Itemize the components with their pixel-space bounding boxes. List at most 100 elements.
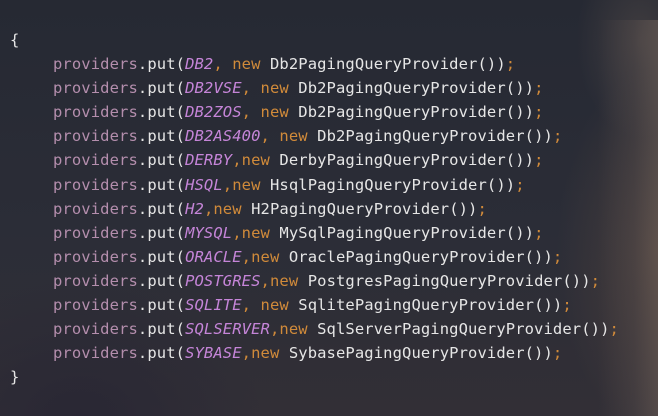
constant-token: SQLSERVER	[185, 320, 270, 339]
object-token: providers	[53, 79, 138, 98]
object-token: providers	[53, 127, 138, 146]
keyword-new-token: new	[251, 247, 280, 266]
dot-token: .	[137, 103, 148, 122]
code-line: providers.put(DB2, new Db2PagingQueryPro…	[10, 52, 619, 76]
separator-token: ,	[241, 79, 261, 98]
constant-token: H2	[185, 199, 204, 218]
semicolon-token: ;	[609, 320, 619, 339]
method-token: put	[147, 55, 176, 74]
class-name-token: Db2PagingQueryProvider	[298, 103, 506, 122]
class-name-token: H2PagingQueryProvider	[251, 199, 450, 218]
code-line: providers.put(DB2VSE, new Db2PagingQuery…	[10, 76, 619, 100]
code-editor[interactable]: {providers.put(DB2, new Db2PagingQueryPr…	[0, 0, 658, 416]
class-name-token: SqlitePagingQueryProvider	[298, 296, 535, 315]
separator-token: ,	[241, 247, 252, 266]
close-parens-token: ())	[524, 247, 553, 266]
keyword-new-token: new	[213, 199, 242, 218]
close-parens-token: ())	[505, 223, 535, 242]
semicolon-token: ;	[534, 79, 544, 98]
method-token: put	[147, 175, 176, 194]
constant-token: SYBASE	[185, 344, 242, 363]
keyword-new-token: new	[260, 103, 289, 122]
class-name-token: SqlServerPagingQueryProvider	[317, 320, 582, 339]
dot-token: .	[137, 199, 148, 218]
object-token: providers	[53, 55, 138, 74]
constant-token: DB2VSE	[185, 79, 242, 98]
keyword-new-token: new	[279, 320, 308, 339]
dot-token: .	[137, 151, 148, 170]
object-token: providers	[53, 199, 138, 218]
object-token: providers	[53, 320, 138, 339]
separator-token: ,	[241, 344, 252, 363]
separator-token: ,	[260, 127, 280, 146]
keyword-new-token: new	[251, 344, 280, 363]
code-line: providers.put(H2,new H2PagingQueryProvid…	[10, 197, 619, 221]
close-parens-token: ())	[505, 151, 535, 170]
separator-token: ,	[232, 223, 242, 242]
dot-token: .	[137, 55, 148, 74]
close-brace: }	[10, 368, 20, 387]
code-line: providers.put(DERBY,new DerbyPagingQuery…	[10, 148, 619, 172]
code-line: providers.put(HSQL,new HsqlPagingQueryPr…	[10, 173, 619, 197]
method-token: put	[147, 151, 176, 170]
separator-token: ,	[260, 271, 270, 290]
constant-token: MYSQL	[185, 223, 233, 242]
open-paren-token: (	[175, 296, 186, 315]
close-parens-token: ())	[524, 127, 553, 146]
object-token: providers	[53, 223, 138, 242]
separator-token: ,	[213, 55, 233, 74]
code-line: providers.put(DB2AS400, new Db2PagingQue…	[10, 124, 619, 148]
object-token: providers	[53, 151, 138, 170]
keyword-new-token: new	[241, 151, 270, 170]
code-line: providers.put(DB2ZOS, new Db2PagingQuery…	[10, 100, 619, 124]
class-name-token: Db2PagingQueryProvider	[269, 55, 478, 74]
class-name-token: OraclePagingQueryProvider	[288, 247, 525, 266]
constant-token: HSQL	[185, 175, 223, 194]
semicolon-token: ;	[477, 199, 487, 218]
close-parens-token: ())	[505, 79, 535, 98]
semicolon-token: ;	[505, 55, 516, 74]
class-name-token: HsqlPagingQueryProvider	[269, 175, 487, 194]
semicolon-token: ;	[534, 223, 544, 242]
code-line: providers.put(POSTGRES,new PostgresPagin…	[10, 269, 619, 293]
method-token: put	[147, 247, 176, 266]
dot-token: .	[137, 223, 148, 242]
close-parens-token: ())	[524, 344, 553, 363]
separator-token: ,	[203, 199, 214, 218]
separator-token: ,	[241, 296, 261, 315]
constant-token: DB2	[185, 55, 214, 74]
open-paren-token: (	[175, 79, 186, 98]
code-line-open-brace: {	[10, 28, 619, 52]
constant-token: DB2AS400	[185, 127, 261, 146]
object-token: providers	[53, 175, 138, 194]
open-paren-token: (	[175, 247, 186, 266]
class-name-token: MySqlPagingQueryProvider	[279, 223, 506, 242]
code-block[interactable]: {providers.put(DB2, new Db2PagingQueryPr…	[10, 28, 619, 389]
semicolon-token: ;	[552, 127, 563, 146]
keyword-new-token: new	[279, 127, 308, 146]
separator-token: ,	[222, 175, 233, 194]
open-paren-token: (	[175, 320, 186, 339]
constant-token: DERBY	[185, 151, 233, 170]
keyword-new-token: new	[241, 223, 270, 242]
semicolon-token: ;	[590, 271, 601, 290]
dot-token: .	[137, 320, 148, 339]
object-token: providers	[53, 247, 138, 266]
separator-token: ,	[241, 103, 261, 122]
close-parens-token: ())	[486, 175, 516, 194]
code-line: providers.put(MYSQL,new MySqlPagingQuery…	[10, 221, 619, 245]
dot-token: .	[137, 127, 148, 146]
close-parens-token: ())	[581, 320, 610, 339]
semicolon-token: ;	[534, 151, 544, 170]
semicolon-token: ;	[552, 344, 563, 363]
